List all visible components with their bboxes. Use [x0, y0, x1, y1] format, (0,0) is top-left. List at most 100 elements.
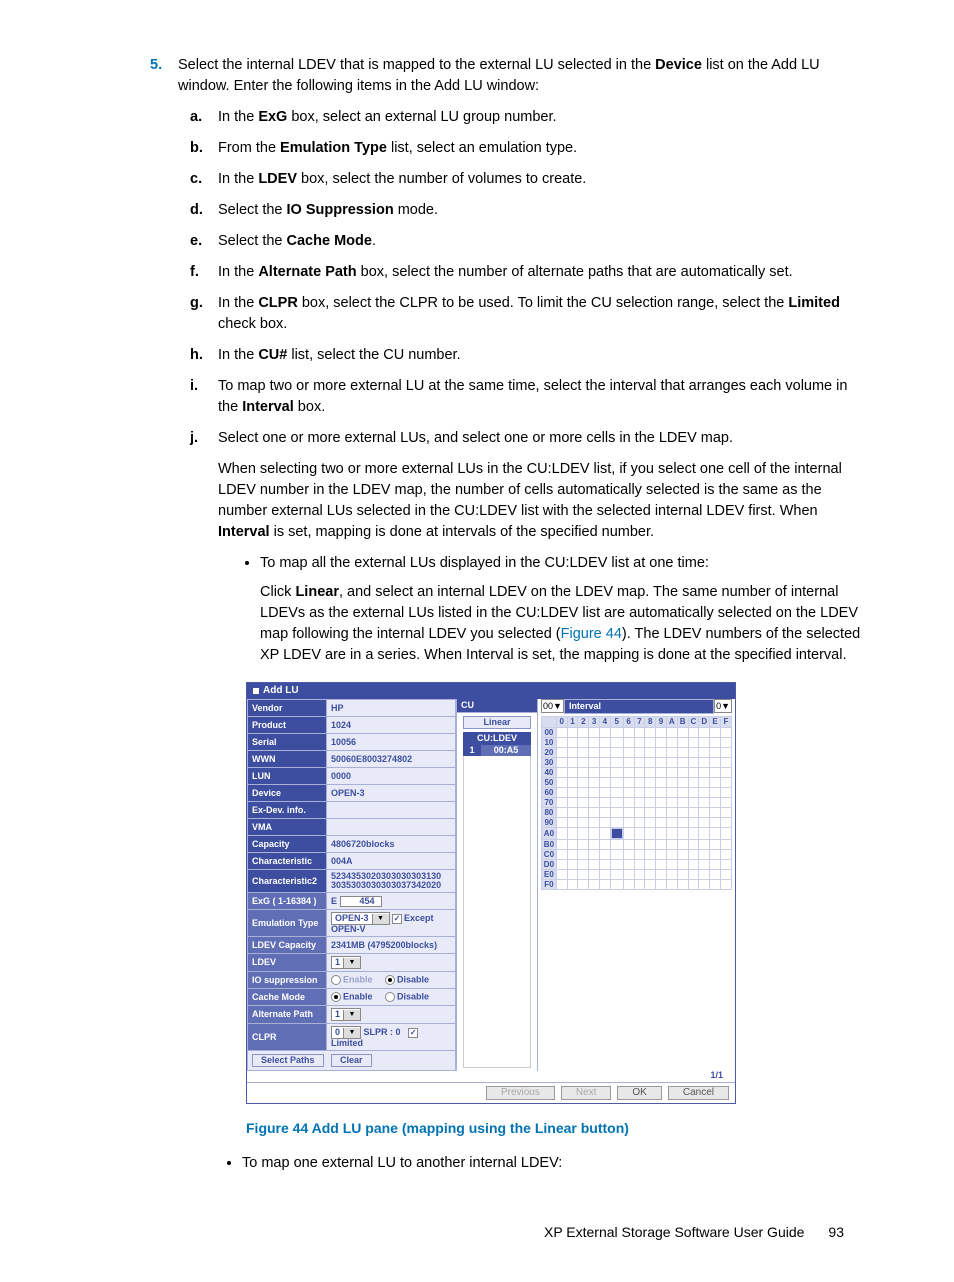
grid-cell[interactable] [567, 840, 578, 850]
grid-cell[interactable] [578, 860, 589, 870]
grid-cell[interactable] [688, 860, 699, 870]
grid-cell[interactable] [688, 828, 699, 840]
grid-cell[interactable] [623, 870, 634, 880]
grid-cell[interactable] [567, 738, 578, 748]
grid-cell[interactable] [567, 748, 578, 758]
grid-cell[interactable] [666, 880, 677, 890]
grid-cell[interactable] [666, 798, 677, 808]
grid-cell[interactable] [567, 788, 578, 798]
grid-cell[interactable] [721, 828, 732, 840]
grid-cell[interactable] [645, 798, 656, 808]
grid-cell[interactable] [666, 818, 677, 828]
iosup-enable-radio[interactable] [331, 975, 341, 985]
grid-cell[interactable] [623, 880, 634, 890]
grid-cell[interactable] [645, 850, 656, 860]
grid-cell[interactable] [710, 850, 721, 860]
grid-cell[interactable] [567, 880, 578, 890]
grid-cell[interactable] [599, 778, 610, 788]
grid-cell[interactable] [656, 738, 667, 748]
grid-cell[interactable] [656, 748, 667, 758]
grid-cell[interactable] [710, 758, 721, 768]
grid-cell[interactable] [556, 788, 567, 798]
grid-cell[interactable] [645, 880, 656, 890]
grid-cell[interactable] [656, 850, 667, 860]
grid-cell[interactable] [699, 758, 710, 768]
grid-cell[interactable] [634, 798, 645, 808]
grid-cell[interactable] [578, 840, 589, 850]
grid-cell[interactable] [610, 788, 623, 798]
grid-cell[interactable] [721, 768, 732, 778]
grid-cell[interactable] [688, 818, 699, 828]
grid-cell[interactable] [556, 840, 567, 850]
grid-cell[interactable] [623, 850, 634, 860]
grid-cell[interactable] [688, 748, 699, 758]
grid-cell[interactable] [677, 778, 688, 788]
grid-cell[interactable] [567, 870, 578, 880]
ok-button[interactable]: OK [617, 1086, 661, 1100]
grid-cell[interactable] [567, 798, 578, 808]
grid-cell[interactable] [721, 758, 732, 768]
grid-cell[interactable] [634, 768, 645, 778]
grid-cell[interactable] [645, 758, 656, 768]
grid-cell[interactable] [623, 758, 634, 768]
grid-cell[interactable] [578, 728, 589, 738]
limited-checkbox[interactable] [408, 1028, 418, 1038]
grid-cell[interactable] [666, 728, 677, 738]
grid-cell[interactable] [677, 870, 688, 880]
grid-cell[interactable] [634, 880, 645, 890]
grid-cell[interactable] [688, 850, 699, 860]
grid-cell[interactable] [610, 870, 623, 880]
grid-cell[interactable] [666, 778, 677, 788]
cu-select[interactable]: 00▼ [541, 699, 564, 713]
grid-cell[interactable] [710, 748, 721, 758]
cache-disable-radio[interactable] [385, 992, 395, 1002]
grid-cell[interactable] [589, 860, 600, 870]
grid-cell[interactable] [610, 808, 623, 818]
grid-cell[interactable] [589, 840, 600, 850]
grid-cell[interactable] [677, 768, 688, 778]
grid-cell[interactable] [589, 880, 600, 890]
grid-cell[interactable] [567, 828, 578, 840]
grid-cell[interactable] [567, 808, 578, 818]
grid-cell[interactable] [688, 840, 699, 850]
grid-cell[interactable] [656, 788, 667, 798]
grid-cell[interactable] [634, 758, 645, 768]
grid-cell[interactable] [556, 728, 567, 738]
grid-cell[interactable] [688, 738, 699, 748]
grid-cell[interactable] [589, 748, 600, 758]
grid-cell[interactable] [556, 768, 567, 778]
grid-cell[interactable] [623, 768, 634, 778]
grid-cell[interactable] [666, 738, 677, 748]
grid-cell[interactable] [656, 840, 667, 850]
grid-cell[interactable] [677, 880, 688, 890]
grid-cell[interactable] [578, 808, 589, 818]
grid-cell[interactable] [710, 860, 721, 870]
grid-cell[interactable] [721, 840, 732, 850]
grid-cell[interactable] [688, 870, 699, 880]
figure-44-link[interactable]: Figure 44 [561, 626, 622, 642]
grid-cell[interactable] [599, 860, 610, 870]
grid-cell[interactable] [721, 728, 732, 738]
grid-cell[interactable] [688, 880, 699, 890]
grid-cell[interactable] [699, 870, 710, 880]
grid-cell[interactable] [721, 860, 732, 870]
grid-cell[interactable] [567, 860, 578, 870]
grid-cell[interactable] [610, 840, 623, 850]
grid-cell[interactable] [578, 768, 589, 778]
grid-cell[interactable] [623, 840, 634, 850]
grid-cell[interactable] [556, 738, 567, 748]
grid-cell[interactable] [567, 818, 578, 828]
grid-cell[interactable] [699, 768, 710, 778]
grid-cell[interactable] [599, 870, 610, 880]
grid-cell[interactable] [677, 788, 688, 798]
grid-cell[interactable] [677, 808, 688, 818]
grid-cell[interactable] [556, 758, 567, 768]
grid-cell[interactable] [623, 798, 634, 808]
grid-cell[interactable] [666, 850, 677, 860]
grid-cell[interactable] [589, 818, 600, 828]
grid-cell[interactable] [623, 748, 634, 758]
grid-cell[interactable] [623, 808, 634, 818]
grid-cell[interactable] [589, 808, 600, 818]
grid-cell[interactable] [556, 818, 567, 828]
grid-cell[interactable] [599, 728, 610, 738]
